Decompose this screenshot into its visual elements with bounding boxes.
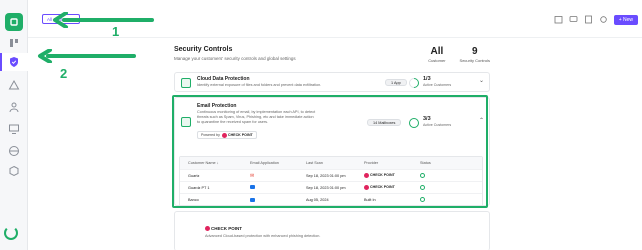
annotation-arrow-1 <box>53 12 154 28</box>
stat-security-controls: 9 Security Controls <box>459 46 490 63</box>
active-ratio: 1/3 <box>423 76 431 82</box>
app-logo-icon[interactable] <box>5 13 23 31</box>
globe-icon[interactable] <box>7 144 21 158</box>
calendar-icon[interactable] <box>554 15 563 24</box>
card-name: Cloud Data Protection <box>197 76 250 82</box>
annotation-label-2: 2 <box>60 66 68 81</box>
active-ratio-label: Active Customers <box>423 83 452 87</box>
summary-stats: All Customer 9 Security Controls <box>428 46 490 63</box>
annotation-label-1: 1 <box>112 24 120 39</box>
card-description: Identify external exposure of files and … <box>197 83 322 87</box>
card-checkpoint-protection[interactable]: CHECK POINT Advanced Cloud-based protect… <box>174 211 490 250</box>
card-cloud-data-protection[interactable]: Cloud Data Protection Identify external … <box>174 72 490 92</box>
progress-ring-icon <box>406 75 422 91</box>
settings-icon[interactable] <box>7 164 21 178</box>
gear-icon[interactable] <box>599 15 608 24</box>
toolbar-icons <box>554 15 608 24</box>
document-icon[interactable] <box>584 15 593 24</box>
sidebar <box>0 0 28 250</box>
annotation-arrow-2 <box>38 49 136 63</box>
security-controls-panel: Security Controls Manage your customers'… <box>174 46 490 250</box>
monitor-icon[interactable] <box>7 122 21 136</box>
alert-icon[interactable] <box>7 78 21 92</box>
card-description: Advanced Cloud-based protection with enh… <box>205 234 321 238</box>
loading-spinner-icon <box>4 226 18 240</box>
dashboard-icon[interactable] <box>7 36 21 50</box>
new-button[interactable]: + New <box>613 15 638 25</box>
apps-badge: 1 App <box>385 79 407 86</box>
chat-icon[interactable] <box>569 15 578 24</box>
shield-icon[interactable] <box>7 55 21 69</box>
checkpoint-logo: CHECK POINT <box>205 226 242 231</box>
chevron-down-icon[interactable]: ⌄ <box>479 77 484 84</box>
cloud-icon <box>181 78 191 88</box>
user-icon[interactable] <box>7 100 21 114</box>
stat-customers: All Customer <box>428 46 446 63</box>
highlight-box <box>172 95 488 208</box>
